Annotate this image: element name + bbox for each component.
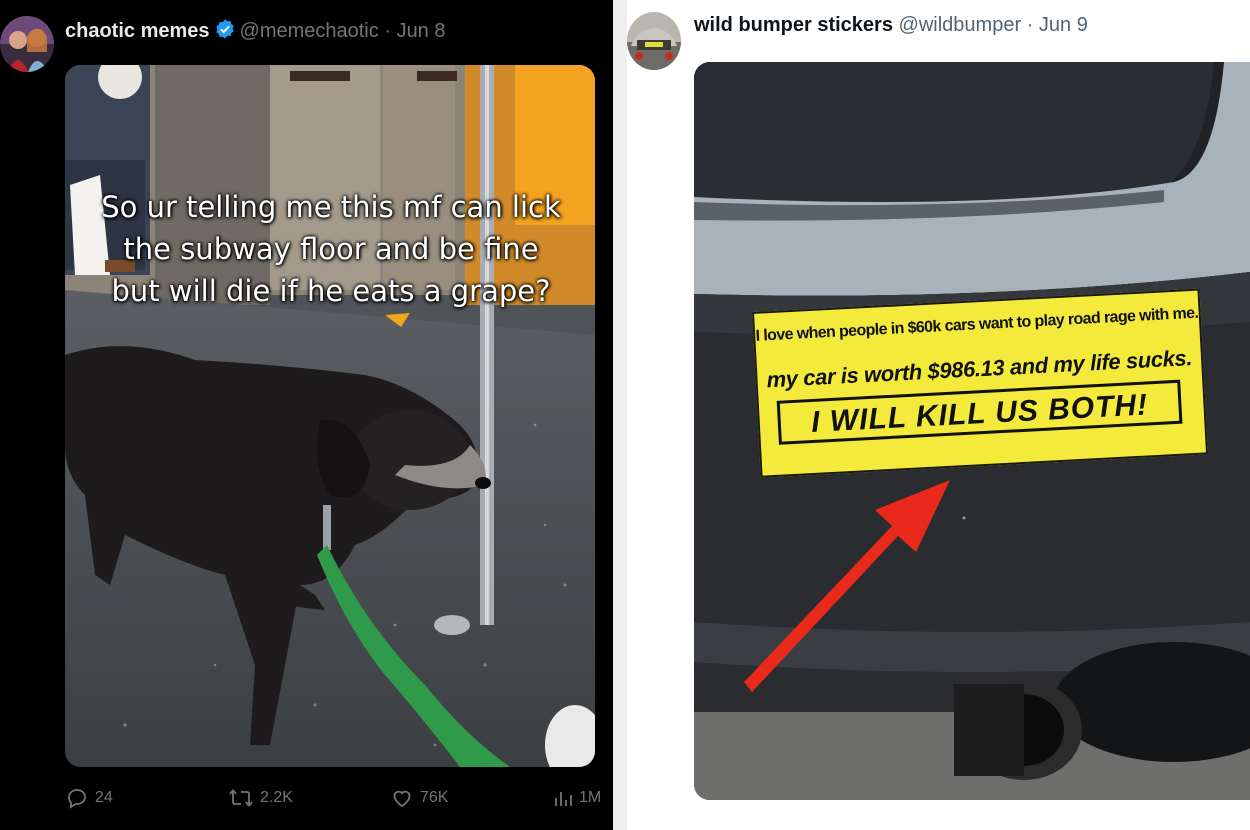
display-name[interactable]: chaotic memes bbox=[65, 20, 210, 42]
sticker-line-1: I love when people in $60k cars want to … bbox=[755, 304, 1199, 345]
tweet-header: chaotic memes @memechaotic · Jun 8 bbox=[65, 18, 446, 46]
media-caption-line: So ur telling me this mf can lick bbox=[101, 190, 561, 224]
post-date[interactable]: Jun 8 bbox=[397, 20, 446, 42]
repost-icon bbox=[228, 786, 254, 810]
reply-button[interactable]: 24 bbox=[65, 786, 113, 810]
handle[interactable]: @wildbumper bbox=[899, 14, 1022, 36]
repost-count: 2.2K bbox=[260, 789, 293, 806]
left-tweet-panel: chaotic memes @memechaotic · Jun 8 So ur… bbox=[0, 0, 613, 830]
separator: · bbox=[1026, 14, 1034, 36]
like-button[interactable]: 76K bbox=[390, 786, 448, 810]
tweet-actions-bar: 24 2.2K 76K 1M bbox=[0, 782, 613, 816]
reply-icon bbox=[65, 786, 89, 810]
views-icon bbox=[553, 786, 573, 810]
media-caption-line: the subway floor and be fine bbox=[123, 232, 539, 266]
sticker-line-3: I WILL KILL US BOTH! bbox=[810, 388, 1149, 440]
bumper-sticker: I love when people in $60k cars want to … bbox=[752, 288, 1209, 478]
repost-button[interactable]: 2.2K bbox=[228, 786, 293, 810]
red-arrow-annotation bbox=[744, 480, 950, 692]
post-date[interactable]: Jun 9 bbox=[1039, 14, 1088, 36]
panel-divider bbox=[613, 0, 627, 830]
views-button[interactable]: 1M bbox=[553, 786, 601, 810]
like-icon bbox=[390, 786, 414, 810]
views-count: 1M bbox=[579, 789, 602, 806]
reply-count: 24 bbox=[95, 789, 113, 806]
post-media-image[interactable]: So ur telling me this mf can lick the su… bbox=[65, 65, 595, 767]
handle[interactable]: @memechaotic bbox=[240, 20, 379, 42]
like-count: 76K bbox=[420, 789, 449, 806]
subway-dog-photo bbox=[65, 65, 595, 767]
separator: · bbox=[384, 20, 391, 42]
tweet-header: wild bumper stickers @wildbumper · Jun 9 bbox=[694, 14, 1088, 37]
avatar[interactable] bbox=[627, 12, 681, 70]
avatar[interactable] bbox=[0, 16, 54, 72]
display-name[interactable]: wild bumper stickers bbox=[694, 14, 893, 36]
verified-badge-icon bbox=[214, 18, 236, 46]
media-caption-line: but will die if he eats a grape? bbox=[111, 274, 551, 308]
